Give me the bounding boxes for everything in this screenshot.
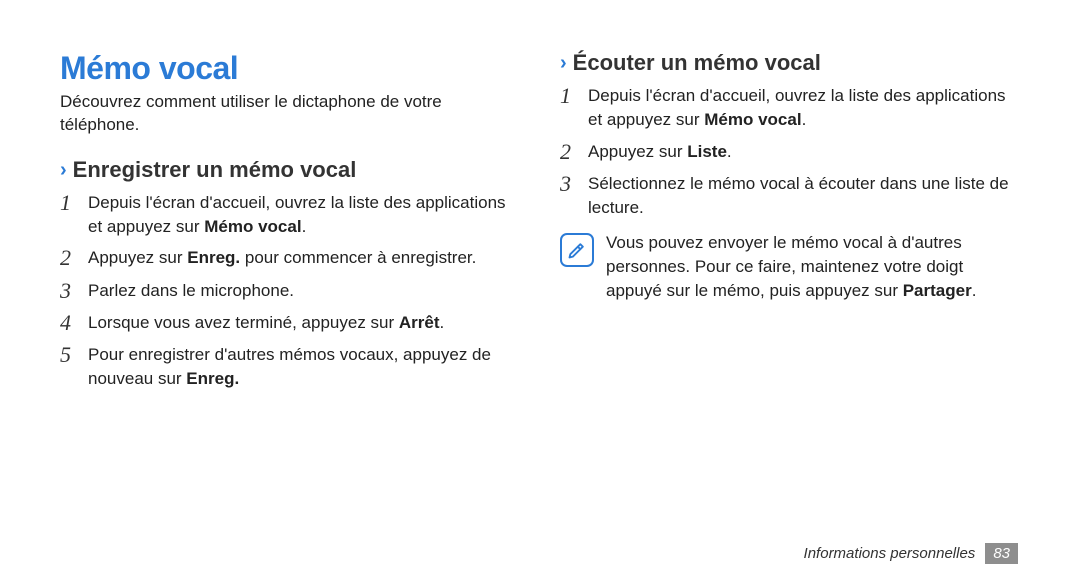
step-item: 1Depuis l'écran d'accueil, ouvrez la lis… — [60, 191, 520, 239]
note-icon — [560, 233, 594, 267]
step-number: 1 — [60, 191, 88, 215]
step-number: 4 — [60, 311, 88, 335]
footer-section-label: Informations personnelles — [804, 545, 976, 562]
step-text: Depuis l'écran d'accueil, ouvrez la list… — [88, 191, 520, 239]
chevron-right-icon: › — [60, 160, 67, 180]
step-item: 1Depuis l'écran d'accueil, ouvrez la lis… — [560, 84, 1020, 132]
chevron-right-icon: › — [560, 53, 567, 73]
step-item: 3Parlez dans le microphone. — [60, 279, 520, 303]
right-column: › Écouter un mémo vocal 1Depuis l'écran … — [560, 50, 1020, 399]
step-number: 2 — [560, 140, 588, 164]
subheading-listen: › Écouter un mémo vocal — [560, 50, 1020, 76]
page-footer: Informations personnelles 83 — [804, 543, 1018, 564]
section-title: Mémo vocal — [60, 50, 520, 87]
step-item: 5Pour enregistrer d'autres mémos vocaux,… — [60, 343, 520, 391]
step-text: Sélectionnez le mémo vocal à écouter dan… — [588, 172, 1020, 220]
step-text: Lorsque vous avez terminé, appuyez sur A… — [88, 311, 520, 335]
step-text: Appuyez sur Enreg. pour commencer à enre… — [88, 246, 520, 270]
manual-page: Mémo vocal Découvrez comment utiliser le… — [0, 0, 1080, 586]
step-item: 4Lorsque vous avez terminé, appuyez sur … — [60, 311, 520, 335]
steps-record: 1Depuis l'écran d'accueil, ouvrez la lis… — [60, 191, 520, 391]
columns: Mémo vocal Découvrez comment utiliser le… — [60, 50, 1020, 399]
step-text: Depuis l'écran d'accueil, ouvrez la list… — [588, 84, 1020, 132]
step-number: 1 — [560, 84, 588, 108]
subheading-record-label: Enregistrer un mémo vocal — [73, 157, 357, 183]
step-text: Parlez dans le microphone. — [88, 279, 520, 303]
step-text: Appuyez sur Liste. — [588, 140, 1020, 164]
step-number: 5 — [60, 343, 88, 367]
step-number: 3 — [60, 279, 88, 303]
left-column: Mémo vocal Découvrez comment utiliser le… — [60, 50, 520, 399]
note-text: Vous pouvez envoyer le mémo vocal à d'au… — [606, 231, 1020, 302]
note-box: Vous pouvez envoyer le mémo vocal à d'au… — [560, 231, 1020, 302]
steps-listen: 1Depuis l'écran d'accueil, ouvrez la lis… — [560, 84, 1020, 219]
page-number: 83 — [985, 543, 1018, 564]
intro-text: Découvrez comment utiliser le dictaphone… — [60, 91, 520, 137]
step-item: 3Sélectionnez le mémo vocal à écouter da… — [560, 172, 1020, 220]
subheading-record: › Enregistrer un mémo vocal — [60, 157, 520, 183]
step-number: 3 — [560, 172, 588, 196]
subheading-listen-label: Écouter un mémo vocal — [573, 50, 821, 76]
step-text: Pour enregistrer d'autres mémos vocaux, … — [88, 343, 520, 391]
step-item: 2Appuyez sur Liste. — [560, 140, 1020, 164]
step-number: 2 — [60, 246, 88, 270]
step-item: 2Appuyez sur Enreg. pour commencer à enr… — [60, 246, 520, 270]
